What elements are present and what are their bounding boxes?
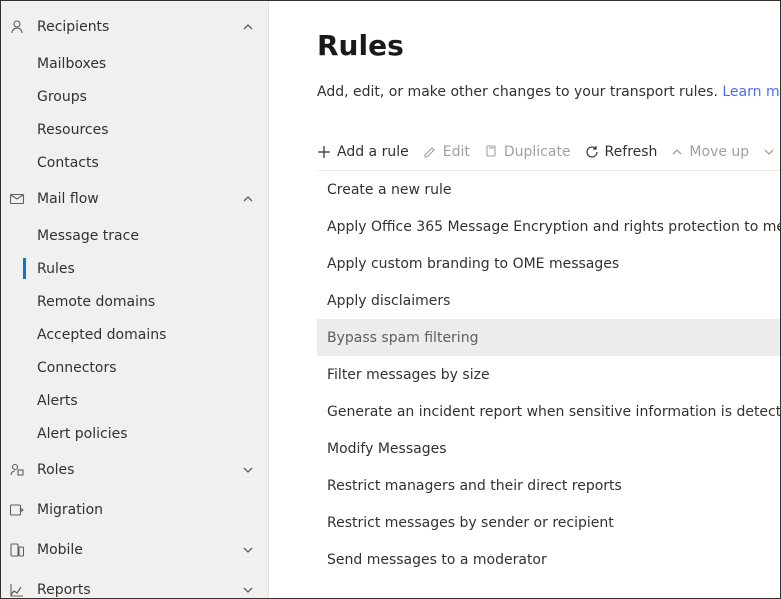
sidebar-item-label: Mobile xyxy=(37,542,242,558)
chevron-down-icon xyxy=(763,146,775,158)
chevron-down-icon xyxy=(242,584,254,596)
reports-icon xyxy=(9,582,25,598)
learn-more-link[interactable]: Learn more about xyxy=(722,84,780,100)
dropdown-item-label: Generate an incident report when sensiti… xyxy=(327,404,780,420)
chevron-down-icon xyxy=(242,464,254,476)
desc-text: Add, edit, or make other changes to your… xyxy=(317,84,722,100)
dropdown-item[interactable]: Apply disclaimers xyxy=(317,282,780,319)
page-title: Rules xyxy=(317,29,780,62)
refresh-icon xyxy=(585,145,599,159)
duplicate-label: Duplicate xyxy=(504,144,571,160)
sidebar-item-label: Migration xyxy=(37,502,254,518)
dropdown-item[interactable]: Send messages to a moderator xyxy=(317,541,780,578)
main-content: Rules Add, edit, or make other changes t… xyxy=(269,1,780,598)
sidebar-item-mobile[interactable]: Mobile xyxy=(1,530,268,570)
sidebar-item-accepted-domains[interactable]: Accepted domains xyxy=(1,318,268,351)
sidebar-item-label: Accepted domains xyxy=(37,327,166,343)
page-description: Add, edit, or make other changes to your… xyxy=(317,84,780,100)
dropdown-item[interactable]: Generate an incident report when sensiti… xyxy=(317,393,780,430)
sidebar-item-resources[interactable]: Resources xyxy=(1,113,268,146)
migration-icon xyxy=(9,502,25,518)
dropdown-item[interactable]: Create a new rule xyxy=(317,171,780,208)
refresh-label: Refresh xyxy=(605,144,658,160)
sidebar-item-alert-policies[interactable]: Alert policies xyxy=(1,417,268,450)
sidebar-item-contacts[interactable]: Contacts xyxy=(1,146,268,179)
edit-label: Edit xyxy=(443,144,470,160)
refresh-button[interactable]: Refresh xyxy=(585,144,658,160)
plus-icon xyxy=(317,145,331,159)
sidebar-item-label: Rules xyxy=(37,261,75,277)
chevron-up-icon xyxy=(242,21,254,33)
pencil-icon xyxy=(423,145,437,159)
dropdown-item-label: Apply custom branding to OME messages xyxy=(327,256,619,272)
moveup-label: Move up xyxy=(689,144,749,160)
dropdown-item-label: Filter messages by size xyxy=(327,367,490,383)
sidebar-item-roles[interactable]: Roles xyxy=(1,450,268,490)
sidebar-item-label: Alerts xyxy=(37,393,78,409)
sidebar-item-label: Mailboxes xyxy=(37,56,106,72)
sidebar-item-label: Recipients xyxy=(37,19,242,35)
sidebar-item-groups[interactable]: Groups xyxy=(1,80,268,113)
sidebar-item-mail-flow[interactable]: Mail flow xyxy=(1,179,268,219)
dropdown-item[interactable]: Apply custom branding to OME messages xyxy=(317,245,780,282)
sidebar-item-rules[interactable]: Rules xyxy=(1,252,268,285)
dropdown-item-label: Restrict managers and their direct repor… xyxy=(327,478,622,494)
dropdown-item-label: Apply disclaimers xyxy=(327,293,450,309)
dropdown-item-label: Apply Office 365 Message Encryption and … xyxy=(327,219,780,235)
chevron-up-icon xyxy=(671,146,683,158)
dropdown-item[interactable]: Filter messages by size xyxy=(317,356,780,393)
person-icon xyxy=(9,19,25,35)
sidebar-item-message-trace[interactable]: Message trace xyxy=(1,219,268,252)
dropdown-item-label: Create a new rule xyxy=(327,182,452,198)
sidebar-item-label: Alert policies xyxy=(37,426,128,442)
sidebar-item-remote-domains[interactable]: Remote domains xyxy=(1,285,268,318)
sidebar-item-label: Remote domains xyxy=(37,294,155,310)
sidebar-item-alerts[interactable]: Alerts xyxy=(1,384,268,417)
dropdown-item-label: Bypass spam filtering xyxy=(327,330,478,346)
sidebar-item-label: Roles xyxy=(37,462,242,478)
duplicate-button[interactable]: Duplicate xyxy=(484,144,571,160)
movedown-button[interactable] xyxy=(763,146,775,158)
dropdown-item-label: Send messages to a moderator xyxy=(327,552,547,568)
sidebar-item-label: Connectors xyxy=(37,360,117,376)
sidebar-item-label: Message trace xyxy=(37,228,139,244)
dropdown-item[interactable]: Modify Messages xyxy=(317,430,780,467)
dropdown-item[interactable]: Bypass spam filtering xyxy=(317,319,780,356)
sidebar-item-label: Resources xyxy=(37,122,109,138)
add-rule-label: Add a rule xyxy=(337,144,409,160)
toolbar: Add a rule Edit Duplicate Refresh Move u… xyxy=(317,144,780,170)
sidebar-item-label: Groups xyxy=(37,89,87,105)
dropdown-item[interactable]: Restrict managers and their direct repor… xyxy=(317,467,780,504)
sidebar-item-label: Mail flow xyxy=(37,191,242,207)
sidebar: Recipients Mailboxes Groups Resources Contac… xyxy=(1,1,269,598)
chevron-down-icon xyxy=(242,544,254,556)
chevron-up-icon xyxy=(242,193,254,205)
add-rule-dropdown: Create a new rule Apply Office 365 Messag… xyxy=(317,170,780,578)
sidebar-item-label: Reports xyxy=(37,582,242,598)
dropdown-item-label: Modify Messages xyxy=(327,441,447,457)
dropdown-item[interactable]: Apply Office 365 Message Encryption and … xyxy=(317,208,780,245)
sidebar-item-mailboxes[interactable]: Mailboxes xyxy=(1,47,268,80)
edit-button[interactable]: Edit xyxy=(423,144,470,160)
copy-icon xyxy=(484,145,498,159)
sidebar-item-label: Contacts xyxy=(37,155,99,171)
add-rule-button[interactable]: Add a rule xyxy=(317,144,409,160)
sidebar-item-recipients[interactable]: Recipients xyxy=(1,7,268,47)
sidebar-item-migration[interactable]: Migration xyxy=(1,490,268,530)
mail-icon xyxy=(9,191,25,207)
roles-icon xyxy=(9,462,25,478)
sidebar-item-reports[interactable]: Reports xyxy=(1,570,268,598)
sidebar-item-connectors[interactable]: Connectors xyxy=(1,351,268,384)
moveup-button[interactable]: Move up xyxy=(671,144,749,160)
mobile-icon xyxy=(9,542,25,558)
dropdown-item-label: Restrict messages by sender or recipient xyxy=(327,515,614,531)
dropdown-item[interactable]: Restrict messages by sender or recipient xyxy=(317,504,780,541)
